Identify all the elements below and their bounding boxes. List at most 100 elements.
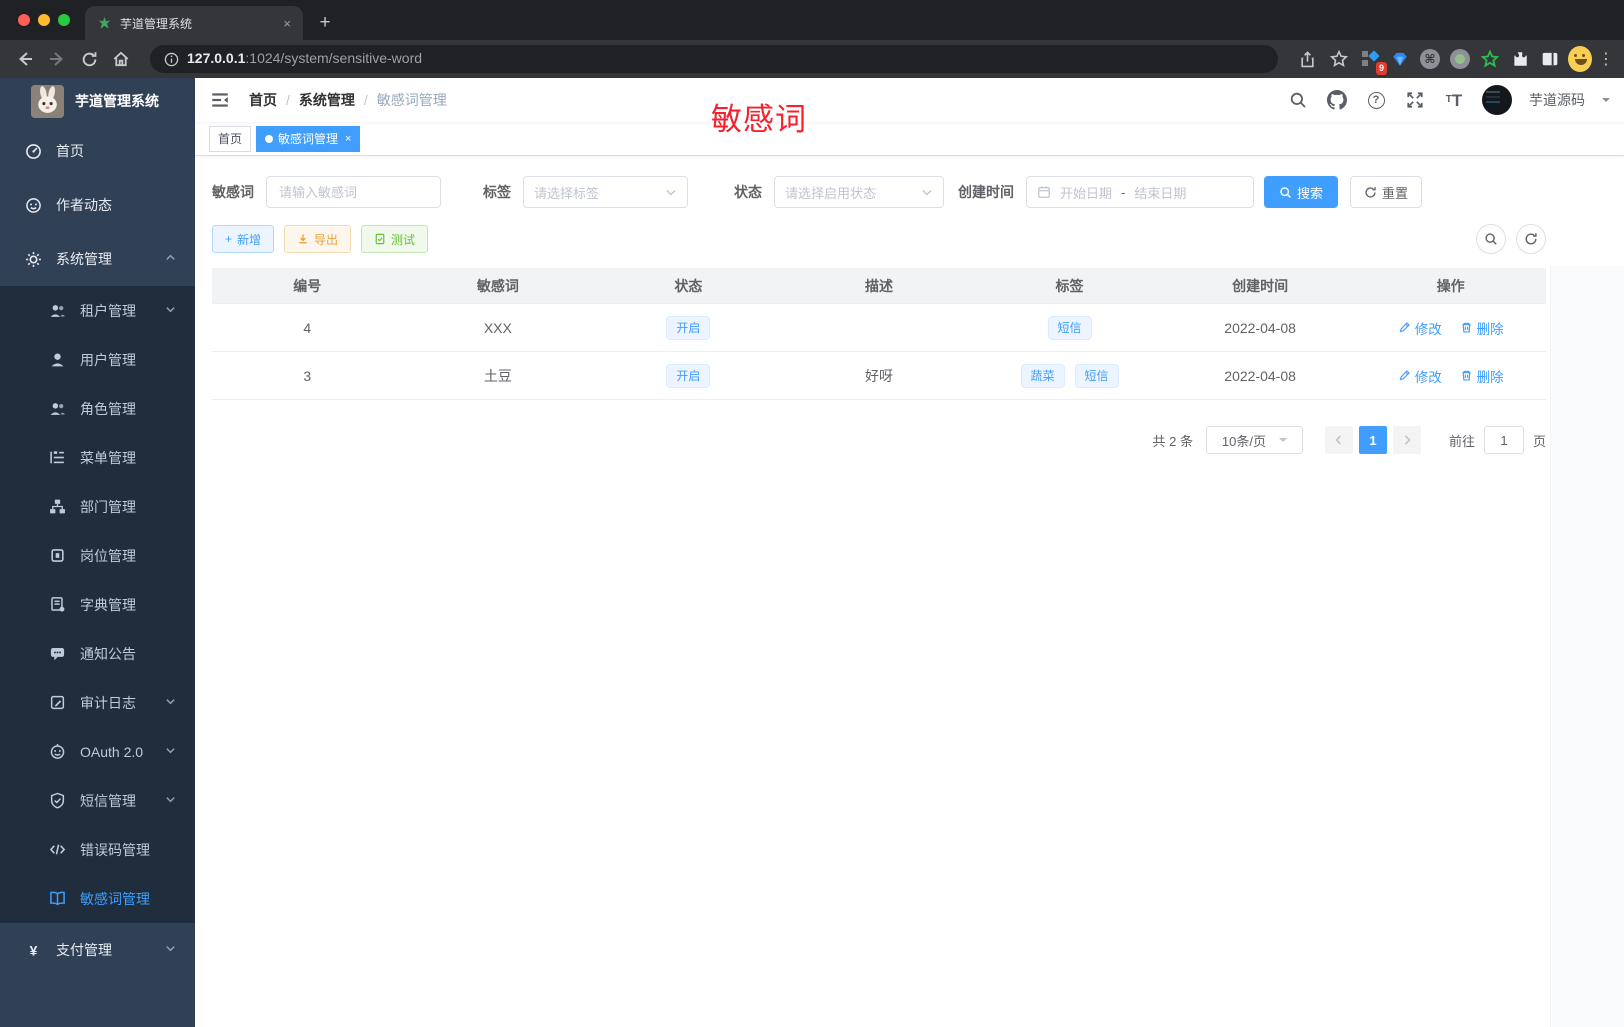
sidebar-item-author[interactable]: 作者动态 (0, 178, 195, 232)
sidebar-item-oauth[interactable]: OAuth 2.0 (0, 727, 195, 776)
browser-tab[interactable]: 芋道管理系统 × (85, 6, 303, 40)
date-end-placeholder: 结束日期 (1134, 185, 1187, 201)
caret-down-icon[interactable] (1602, 98, 1610, 106)
browser-toolbar: 127.0.0.1:1024/system/sensitive-word 9 ⌘… (0, 40, 1624, 78)
side-panel-icon[interactable] (1538, 47, 1562, 71)
sidebar-item-post[interactable]: 岗位管理 (0, 531, 195, 580)
chevron-down-icon (1279, 438, 1287, 446)
sidebar-item-role[interactable]: 角色管理 (0, 384, 195, 433)
tag-badge: 短信 (1047, 315, 1092, 340)
minimize-window-button[interactable] (38, 14, 50, 26)
cell-tags: 蔬菜 短信 (974, 351, 1165, 400)
add-button-label: 新增 (237, 232, 262, 247)
table-tools (1476, 224, 1546, 254)
back-icon[interactable] (12, 46, 38, 72)
tag-home[interactable]: 首页 (209, 125, 252, 152)
zoom-window-button[interactable] (58, 14, 70, 26)
tag-select[interactable]: 请选择标签 (523, 176, 688, 208)
keyword-label: 敏感词 (212, 184, 254, 200)
tag-close-icon[interactable]: × (345, 133, 351, 145)
chevron-down-icon (666, 190, 676, 196)
delete-link[interactable]: 删除 (1460, 366, 1504, 386)
sidebar-item-pay[interactable]: ¥ 支付管理 (0, 923, 195, 977)
sidebar-item-label: OAuth 2.0 (80, 743, 144, 760)
address-bar[interactable]: 127.0.0.1:1024/system/sensitive-word (150, 45, 1278, 73)
next-page-button[interactable] (1392, 426, 1421, 454)
sidebar-item-user[interactable]: 用户管理 (0, 335, 195, 384)
delete-link[interactable]: 删除 (1460, 318, 1504, 338)
add-button[interactable]: + 新增 (212, 225, 275, 253)
search-button[interactable]: 搜索 (1264, 176, 1339, 208)
chevron-down-icon (165, 941, 176, 959)
edit-link[interactable]: 修改 (1398, 366, 1442, 386)
search-icon (1280, 186, 1291, 198)
browser-menu-icon[interactable]: ⋮ (1598, 49, 1614, 69)
tab-close-icon[interactable]: × (283, 16, 291, 31)
user-avatar[interactable] (1482, 85, 1512, 115)
collapse-sidebar-icon[interactable] (209, 89, 231, 111)
active-dot-icon (265, 134, 274, 143)
role-icon (49, 400, 66, 417)
sidebar-item-sms[interactable]: 短信管理 (0, 776, 195, 825)
reload-icon[interactable] (76, 46, 102, 72)
keyword-input[interactable] (266, 176, 441, 208)
extension-gem-icon[interactable] (1388, 47, 1412, 71)
sidebar-item-menu[interactable]: 菜单管理 (0, 433, 195, 482)
breadcrumb-system[interactable]: 系统管理 (299, 90, 355, 110)
message-icon (49, 645, 66, 662)
fullscreen-icon[interactable] (1404, 89, 1426, 111)
cell-desc: 好呀 (783, 351, 975, 400)
test-button[interactable]: 测试 (361, 225, 429, 253)
sidebar-item-audit[interactable]: 审计日志 (0, 678, 195, 727)
bookmark-star-icon[interactable] (1326, 46, 1352, 72)
status-select[interactable]: 请选择启用状态 (774, 176, 944, 208)
close-window-button[interactable] (18, 14, 30, 26)
sidebar-item-sensitive-word[interactable]: 敏感词管理 (0, 874, 195, 923)
forward-icon[interactable] (44, 46, 70, 72)
goto-page-input[interactable] (1483, 426, 1524, 454)
refresh-table-icon[interactable] (1516, 224, 1546, 254)
share-icon[interactable] (1294, 46, 1320, 72)
extension-star-icon[interactable] (1478, 47, 1502, 71)
sidebar-item-tenant[interactable]: 租户管理 (0, 286, 195, 335)
sidebar-item-system[interactable]: 系统管理 (0, 232, 195, 286)
github-icon[interactable] (1326, 89, 1348, 111)
col-status: 状态 (593, 268, 784, 304)
date-range-picker[interactable]: 开始日期 - 结束日期 (1026, 176, 1254, 208)
site-info-icon[interactable] (164, 52, 179, 67)
breadcrumb-home[interactable]: 首页 (249, 90, 277, 110)
search-icon[interactable] (1287, 89, 1309, 111)
page-size-select[interactable]: 10条/页 (1205, 426, 1303, 454)
sidebar-item-notice[interactable]: 通知公告 (0, 629, 195, 678)
home-icon[interactable] (108, 46, 134, 72)
extension-grid-icon[interactable]: 9 (1358, 47, 1387, 75)
sidebar-item-errorcode[interactable]: 错误码管理 (0, 825, 195, 874)
tag-badge: 短信 (1074, 363, 1119, 388)
filter-date: 创建时间 开始日期 - 结束日期 (958, 176, 1254, 208)
reset-button[interactable]: 重置 (1350, 176, 1423, 208)
sidebar-item-dict[interactable]: 字典管理 (0, 580, 195, 629)
date-label: 创建时间 (958, 184, 1014, 200)
extensions-puzzle-icon[interactable] (1508, 47, 1532, 71)
sidebar-logo[interactable]: 芋道管理系统 (0, 78, 195, 124)
page-number-1[interactable]: 1 (1358, 426, 1387, 454)
reset-button-label: 重置 (1382, 185, 1409, 201)
username[interactable]: 芋道源码 (1529, 90, 1585, 110)
profile-avatar-icon[interactable] (1568, 46, 1592, 72)
prev-page-button[interactable] (1324, 426, 1353, 454)
edit-link[interactable]: 修改 (1398, 318, 1442, 338)
sidebar-item-home[interactable]: 首页 (0, 124, 195, 178)
new-tab-button[interactable]: + (311, 9, 339, 37)
extension-record-icon[interactable] (1448, 47, 1472, 71)
delete-label: 删除 (1476, 321, 1504, 337)
help-icon[interactable]: ? (1365, 89, 1387, 111)
show-search-icon[interactable] (1476, 224, 1506, 254)
cmd-glyph: ⌘ (1420, 49, 1440, 69)
sidebar-item-dept[interactable]: 部门管理 (0, 482, 195, 531)
tag-sensitive-word[interactable]: 敏感词管理 × (256, 125, 361, 152)
font-size-icon[interactable]: TT (1443, 89, 1465, 111)
export-button[interactable]: 导出 (284, 225, 352, 253)
chevron-down-icon (922, 190, 932, 196)
mac-traffic-lights (18, 14, 70, 26)
extension-cmd-icon[interactable]: ⌘ (1418, 47, 1442, 71)
